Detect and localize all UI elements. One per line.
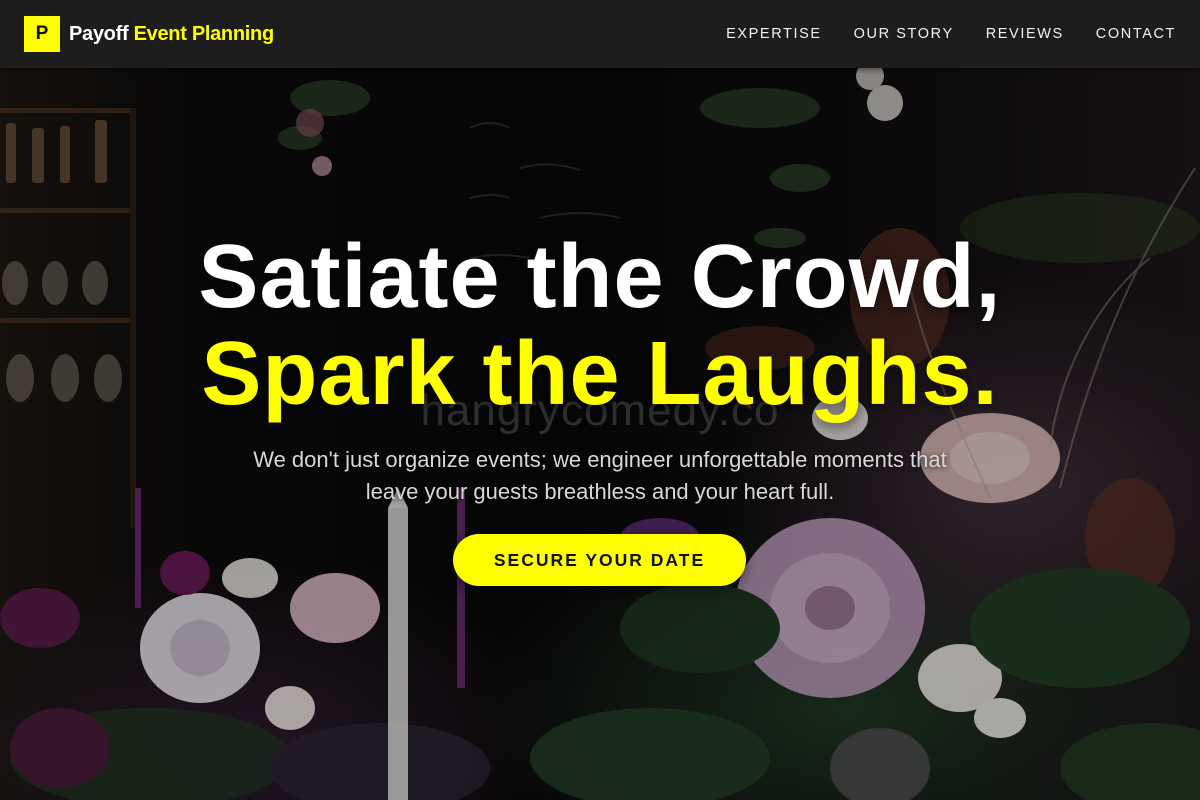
nav-link-our-story[interactable]: OUR STORY — [854, 26, 954, 42]
brand-name-accent: Event Planning — [133, 22, 275, 45]
hero-headline-line1: Satiate the Crowd, — [198, 227, 1002, 327]
page: P Payoff Event Planning EXPERTISE OUR ST… — [0, 0, 1200, 800]
brand-name-primary: Payoff — [69, 22, 129, 45]
secure-date-button[interactable]: SECURE YOUR DATE — [453, 534, 746, 586]
brand-logo-link[interactable]: P Payoff Event Planning — [24, 16, 274, 52]
nav-link-reviews[interactable]: REVIEWS — [986, 26, 1064, 42]
hero-headline-line2: Spark the Laughs. — [201, 324, 999, 424]
nav-link-contact[interactable]: CONTACT — [1096, 26, 1176, 42]
brand-name: Payoff Event Planning — [69, 23, 274, 46]
hero-subtitle: We don't just organize events; we engine… — [253, 447, 947, 504]
site-header: P Payoff Event Planning EXPERTISE OUR ST… — [0, 0, 1200, 68]
nav-link-expertise[interactable]: EXPERTISE — [726, 26, 822, 42]
hero-section: hangrycomedy.co Satiate the Crowd, Spark… — [0, 68, 1200, 800]
main-nav: EXPERTISE OUR STORY REVIEWS CONTACT — [726, 26, 1176, 42]
brand-logo-mark: P — [24, 16, 60, 52]
